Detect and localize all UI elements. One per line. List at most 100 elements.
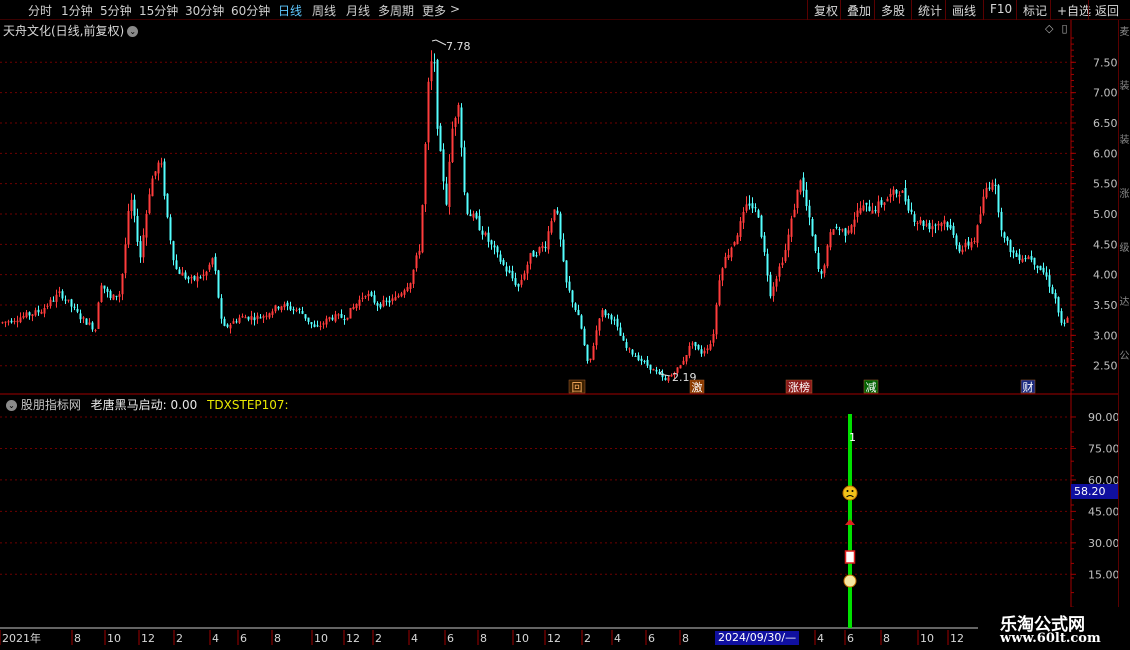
toolbar-button-3[interactable]: 统计 [911,0,948,20]
candle-body [826,245,829,267]
candle-body [715,304,718,335]
candle-body [496,246,499,253]
toolbar-button-0[interactable]: 复权 [807,0,844,20]
diamond-icon[interactable]: ◇ [1045,22,1053,35]
side-char-2: 装 [1119,135,1130,146]
candle-body [601,310,604,318]
candle-body [943,220,946,224]
candle-body [652,369,655,371]
candle-body [688,345,691,356]
candle-body [535,255,538,257]
candle-body [340,313,343,318]
candle-body [34,310,37,316]
candle-body [271,311,274,315]
candle-body [190,277,193,279]
time-label-20: 4 [817,632,824,645]
period-tab-5[interactable]: 60分钟 [231,2,270,19]
candle-body [103,285,106,289]
candle-body [760,215,763,237]
candle-body [562,239,565,262]
candle-body [484,232,487,236]
period-tab-9[interactable]: 多周期 [378,2,414,19]
period-tab-6[interactable]: 日线 [278,2,302,19]
period-tab-4[interactable]: 30分钟 [185,2,224,19]
toolbar-button-8[interactable]: 返回 [1088,0,1125,20]
candle-body [445,183,448,205]
candle-body [616,318,619,327]
period-tab-8[interactable]: 月线 [346,2,370,19]
candle-body [988,187,991,189]
candle-body [316,325,319,327]
candle-body [973,241,976,243]
candle-body [961,249,964,253]
candle-body [856,210,859,217]
candle-body [613,319,616,321]
period-tab-7[interactable]: 周线 [312,2,336,19]
candle-body [694,342,697,347]
candle-body [604,310,607,316]
candle-body [37,309,40,313]
period-tab-10[interactable]: 更多 [422,2,446,19]
side-char-5: 达 [1119,297,1130,308]
candle-body [127,210,130,245]
candle-body [781,262,784,266]
candle-body [61,291,64,299]
candle-body [820,271,823,274]
candle-body [505,266,508,272]
period-tab-3[interactable]: 15分钟 [139,2,178,19]
candle-body [208,264,211,270]
toolbar-button-6[interactable]: 标记 [1016,0,1053,20]
candle-body [871,210,874,214]
period-tab-2[interactable]: 5分钟 [100,2,132,19]
toolbar-button-5[interactable]: F10 [983,0,1018,20]
candle-body [67,299,70,301]
candle-body [73,306,76,308]
toolbar-button-2[interactable]: 多股 [874,0,911,20]
candle-body [454,117,457,127]
signal-label: 1 [849,431,856,444]
candle-body [145,213,148,238]
candle-body [754,207,757,209]
candle-body [28,312,31,316]
candle-body [538,247,541,254]
candle-body [430,61,433,82]
candle-body [100,285,103,303]
candle-body [925,224,928,226]
candle-body [595,330,598,346]
candle-body [226,324,229,327]
candle-body [412,269,415,284]
toolbar-button-4[interactable]: 画线 [945,0,982,20]
candle-body [379,303,382,308]
period-tab-1[interactable]: 1分钟 [61,2,93,19]
candle-body [685,355,688,362]
chevron-down-icon[interactable]: ⌄ [127,26,139,37]
candle-body [421,205,424,253]
toolbar-button-1[interactable]: 叠加 [840,0,877,20]
sad-face-eye [846,490,849,492]
candle-body [1045,272,1048,277]
candle-body [112,294,115,300]
chevron-down-icon[interactable]: ⌄ [6,400,17,411]
candle-body [166,193,169,218]
candle-body [217,270,220,298]
candle-body [40,311,43,314]
time-label-6: 6 [240,632,247,645]
period-tab-0[interactable]: 分时 [28,2,52,19]
candle-body [583,328,586,346]
candle-body [610,315,613,320]
candle-body [406,287,409,291]
candle-body [985,187,988,198]
candle-body [436,59,439,129]
candle-body [169,217,172,241]
candle-body [286,302,289,307]
candle-body [202,274,205,276]
candle-body [115,295,118,297]
indicator-name[interactable]: 股朋指标网 [21,398,81,412]
chevron-right-icon[interactable]: > [450,2,460,16]
candle-body [457,104,460,117]
candle-body [388,300,391,303]
candle-body [763,235,766,253]
candle-body [1063,322,1066,324]
candle-body [400,293,403,297]
window-toggle-icon[interactable]: ▯ [1061,22,1067,35]
